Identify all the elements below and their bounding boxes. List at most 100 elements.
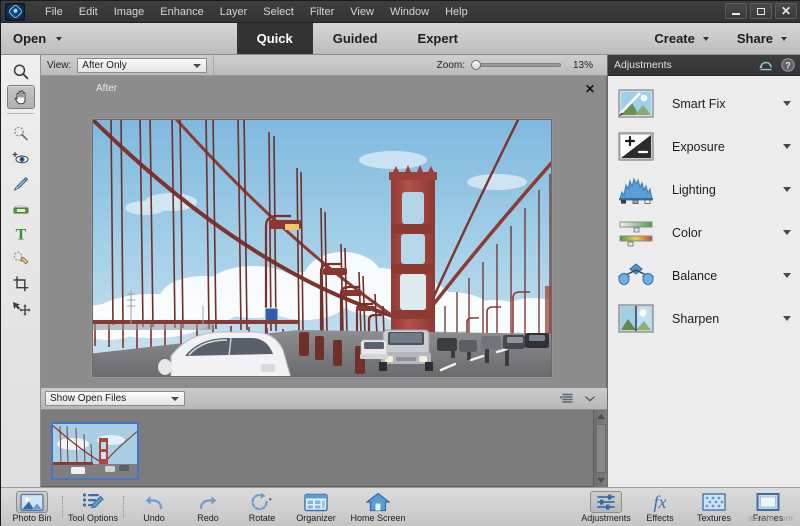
adjustments-panel-title: Adjustments [614, 59, 672, 71]
menu-filter[interactable]: Filter [302, 2, 342, 22]
adjustment-label: Balance [672, 269, 717, 283]
menu-bar: File Edit Image Enhance Layer Select Fil… [1, 1, 800, 23]
taskbar-undo[interactable]: Undo [127, 489, 181, 526]
toolbox: T [1, 55, 41, 487]
svg-text:?: ? [785, 61, 791, 71]
zoom-label: Zoom: [437, 60, 465, 71]
adjustment-smart-fix[interactable]: Smart Fix [608, 82, 800, 125]
taskbar-effects[interactable]: fx Effects [633, 489, 687, 526]
chevron-down-icon[interactable] [783, 101, 791, 106]
view-mode-select[interactable]: After Only [77, 58, 207, 73]
adjustment-sharpen[interactable]: Sharpen [608, 297, 800, 340]
photo-bin-filter-select[interactable]: Show Open Files [45, 391, 185, 406]
taskbar-textures[interactable]: Textures [687, 489, 741, 526]
photo-canvas[interactable] [92, 119, 552, 377]
chevron-down-icon[interactable] [783, 230, 791, 235]
chevron-down-icon [171, 397, 179, 401]
zoom-slider-knob[interactable] [471, 60, 481, 70]
chevron-down-icon[interactable] [783, 187, 791, 192]
tab-guided[interactable]: Guided [313, 23, 398, 54]
whiten-teeth-icon [11, 200, 31, 218]
taskbar-redo[interactable]: Redo [181, 489, 235, 526]
adjustment-balance[interactable]: Balance [608, 254, 800, 297]
reset-arrow-icon[interactable] [759, 59, 773, 72]
scroll-down-icon[interactable] [597, 478, 605, 483]
smart-brush-icon [12, 250, 30, 268]
menu-select[interactable]: Select [255, 2, 302, 22]
menu-enhance[interactable]: Enhance [152, 2, 211, 22]
zoom-slider[interactable] [471, 63, 561, 67]
chevron-down-icon[interactable] [783, 316, 791, 321]
smart-brush-tool[interactable] [7, 247, 35, 271]
close-button[interactable]: ✕ [775, 3, 797, 19]
hand-tool[interactable] [7, 85, 35, 109]
share-button[interactable]: Share [723, 31, 800, 46]
text-t-icon: T [12, 225, 30, 243]
options-bar: View: After Only Zoom: 13% [1, 55, 607, 76]
undo-arrow-icon [143, 491, 165, 513]
chevron-down-icon [193, 64, 201, 68]
organizer-grid-icon [304, 491, 328, 513]
adjustment-label: Sharpen [672, 312, 719, 326]
photo-bin-filter-value: Show Open Files [50, 393, 126, 404]
open-button[interactable]: Open [1, 23, 74, 54]
red-eye-tool[interactable] [7, 147, 35, 171]
crop-tool[interactable] [7, 272, 35, 296]
bin-menu-icon[interactable] [560, 393, 573, 404]
menu-image[interactable]: Image [106, 2, 153, 22]
photoshop-elements-window: File Edit Image Enhance Layer Select Fil… [0, 0, 800, 525]
tab-quick[interactable]: Quick [237, 23, 313, 54]
tab-expert[interactable]: Expert [398, 23, 478, 54]
pse-diamond-logo-icon [5, 3, 25, 21]
canvas-workspace[interactable]: After ✕ [41, 76, 607, 388]
adjustment-label: Lighting [672, 183, 716, 197]
taskbar-tool-options[interactable]: Tool Options [66, 489, 120, 526]
healing-brush-icon [12, 175, 30, 193]
scroll-up-icon[interactable] [597, 414, 605, 419]
adjustment-color[interactable]: Color [608, 211, 800, 254]
adjustment-exposure[interactable]: Exposure [608, 125, 800, 168]
taskbar-rotate[interactable]: Rotate [235, 489, 289, 526]
maximize-button[interactable] [750, 3, 772, 19]
quick-selection-icon [12, 125, 30, 143]
bottom-taskbar: Photo Bin Tool Options [1, 487, 800, 526]
move-arrows-icon [11, 300, 31, 318]
share-label: Share [737, 31, 773, 46]
chevron-down-icon[interactable] [583, 394, 597, 404]
frames-icon [756, 491, 780, 513]
photo-bin[interactable] [41, 410, 607, 487]
menu-view[interactable]: View [342, 2, 382, 22]
type-tool[interactable]: T [7, 222, 35, 246]
menu-layer[interactable]: Layer [212, 2, 256, 22]
help-question-icon[interactable]: ? [781, 58, 795, 72]
taskbar-label: Organizer [296, 513, 336, 523]
taskbar-adjustments[interactable]: Adjustments [579, 489, 633, 526]
adjustment-lighting[interactable]: Lighting [608, 168, 800, 211]
whiten-teeth-tool[interactable] [7, 197, 35, 221]
menu-file[interactable]: File [37, 2, 71, 22]
photo-bin-scrollbar[interactable] [593, 410, 607, 487]
create-button[interactable]: Create [640, 31, 722, 46]
chevron-down-icon[interactable] [783, 144, 791, 149]
taskbar-label: Redo [197, 513, 219, 523]
taskbar-label: Photo Bin [12, 513, 51, 523]
minimize-button[interactable] [725, 3, 747, 19]
adjustments-sliders-icon [590, 491, 622, 513]
thumbnail-golden-gate[interactable] [51, 422, 139, 480]
menu-window[interactable]: Window [382, 2, 437, 22]
healing-brush-tool[interactable] [7, 172, 35, 196]
zoom-tool[interactable] [7, 60, 35, 84]
quick-selection-tool[interactable] [7, 122, 35, 146]
svg-text:T: T [15, 227, 26, 244]
close-document-icon[interactable]: ✕ [584, 84, 596, 96]
taskbar-organizer[interactable]: Organizer [289, 489, 343, 526]
taskbar-home-screen[interactable]: Home Screen [343, 489, 413, 526]
taskbar-photo-bin[interactable]: Photo Bin [5, 489, 59, 526]
move-tool[interactable] [7, 297, 35, 321]
scroll-track[interactable] [596, 424, 606, 473]
menu-edit[interactable]: Edit [71, 2, 106, 22]
menu-help[interactable]: Help [437, 2, 476, 22]
window-controls: ✕ [725, 3, 797, 19]
taskbar-label: Textures [697, 513, 731, 523]
chevron-down-icon[interactable] [783, 273, 791, 278]
